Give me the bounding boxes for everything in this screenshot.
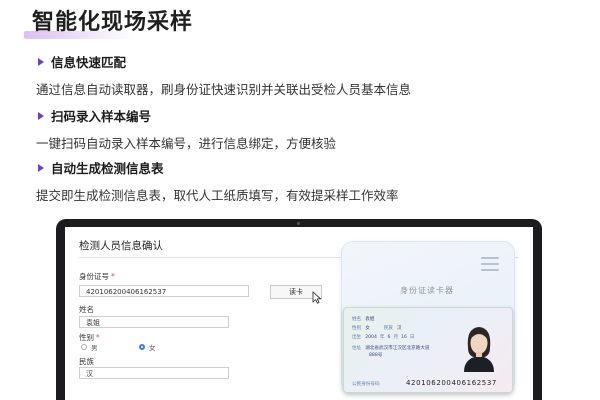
feature-info-match: 信息快速匹配 通过信息自动读取器，刷身份证快速识别并关联出受检人员基本信息 <box>36 52 412 98</box>
idcard-address-line2: 888号 <box>369 353 383 358</box>
feature-title: 自动生成检测信息表 <box>51 161 164 176</box>
mouse-cursor-icon <box>312 291 322 304</box>
id-number-label: 身份证号 * <box>79 272 115 281</box>
radio-circle[interactable] <box>81 344 87 350</box>
feature-auto-table: 自动生成检测信息表 提交即生成检测信息表，取代人工纸质填写，有效提采样工作效率 <box>36 158 399 204</box>
idcard-name-row: 姓名 袁姐 <box>352 317 375 322</box>
laptop-screen: 检测人员信息确认 身份证号 * 420106200406162537 读卡 姓名 … <box>65 227 533 400</box>
feature-title: 信息快速匹配 <box>51 55 127 70</box>
gender-option-female[interactable]: 女 <box>139 342 156 352</box>
form-title: 检测人员信息确认 <box>79 240 163 252</box>
feature-title: 扫码录入样本编号 <box>51 109 152 124</box>
triangle-bullet-icon <box>38 111 44 120</box>
name-field[interactable]: 袁姐 <box>79 316 229 328</box>
title-highlight <box>24 31 134 39</box>
feature-desc: 一键扫码自动录入样本编号，进行信息绑定，方便核验 <box>36 136 337 151</box>
ethnicity-label: 民族 <box>79 357 94 366</box>
triangle-bullet-icon <box>38 57 44 66</box>
id-card: 姓名 袁姐 性别女民族汉 出生 2004 年 6 月 16 日 住址 湖北省武汉市江汉区北京路大… <box>343 307 513 393</box>
laptop-frame: 检测人员信息确认 身份证号 * 420106200406162537 读卡 姓名 … <box>56 219 542 400</box>
triangle-bullet-icon <box>38 163 44 172</box>
reader-label: 身份证读卡器 <box>400 286 454 295</box>
radio-circle-selected[interactable] <box>139 344 145 350</box>
name-label: 姓名 <box>79 305 94 314</box>
ethnicity-field[interactable]: 汉 <box>79 367 229 379</box>
id-number-field[interactable]: 420106200406162537 <box>79 285 249 297</box>
id-photo-avatar <box>464 327 494 372</box>
gender-option-male[interactable]: 男 <box>81 342 98 352</box>
feature-desc: 通过信息自动读取器，刷身份证快速识别并关联出受检人员基本信息 <box>36 82 412 97</box>
feature-scan-entry: 扫码录入样本编号 一键扫码自动录入样本编号，进行信息绑定，方便核验 <box>36 106 337 152</box>
idcard-address-row: 住址 湖北省武汉市江汉区北京路大道 <box>352 346 430 351</box>
idcard-gender-row: 性别女民族汉 <box>352 326 402 331</box>
idcard-number-label: 公民身份号码 <box>352 382 380 387</box>
idcard-birth-row: 出生 2004 年 6 月 16 日 <box>352 335 415 340</box>
reader-slot-lines <box>481 257 499 275</box>
idcard-number: 420106200406162537 <box>406 379 497 387</box>
feature-desc: 提交即生成检测信息表，取代人工纸质填写，有效提采样工作效率 <box>36 188 399 203</box>
camera-dot <box>297 222 300 225</box>
